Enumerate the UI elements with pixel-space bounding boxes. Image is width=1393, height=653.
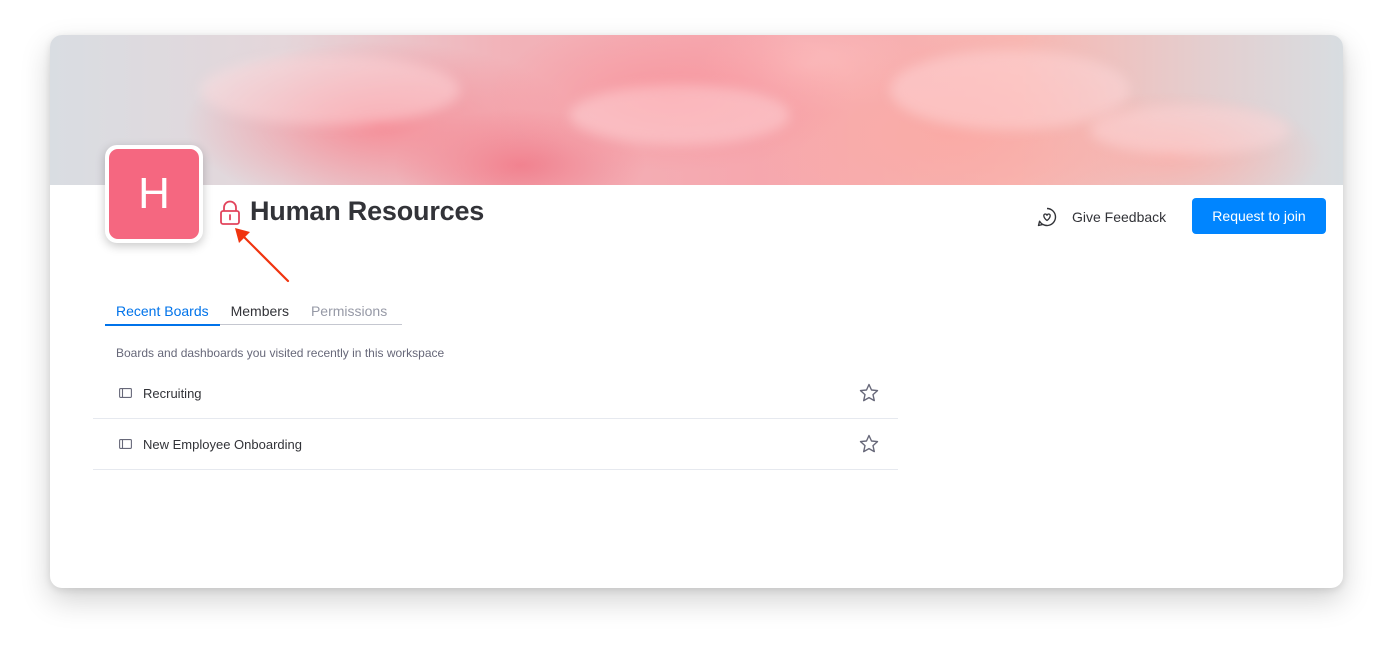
give-feedback-button[interactable]: Give Feedback: [1036, 203, 1166, 231]
workspace-cover-image: [50, 35, 1343, 185]
tab-permissions[interactable]: Permissions: [300, 295, 398, 325]
workspace-avatar-letter: H: [109, 149, 199, 239]
workspace-avatar: H: [105, 145, 203, 243]
workspace-window: H Human Resources Give Feedback Request …: [50, 35, 1343, 588]
board-icon: [119, 439, 132, 449]
board-row-recruiting[interactable]: Recruiting: [93, 368, 898, 419]
workspace-tabs: Recent Boards Members Permissions: [105, 295, 402, 326]
recent-boards-description: Boards and dashboards you visited recent…: [116, 346, 445, 360]
request-to-join-button[interactable]: Request to join: [1192, 198, 1326, 234]
board-name: New Employee Onboarding: [143, 436, 302, 452]
annotation-arrow-icon: [235, 228, 290, 283]
board-icon: [119, 388, 132, 398]
star-icon[interactable]: [859, 383, 879, 403]
board-name: Recruiting: [143, 385, 202, 401]
give-feedback-label: Give Feedback: [1072, 209, 1167, 225]
tab-members[interactable]: Members: [220, 295, 300, 325]
heart-chat-icon: [1037, 207, 1057, 227]
recent-boards-list: Recruiting New Employee Onboarding: [93, 368, 898, 470]
board-row-new-employee-onboarding[interactable]: New Employee Onboarding: [93, 419, 898, 470]
star-icon[interactable]: [859, 434, 879, 454]
tab-recent-boards[interactable]: Recent Boards: [105, 295, 220, 326]
